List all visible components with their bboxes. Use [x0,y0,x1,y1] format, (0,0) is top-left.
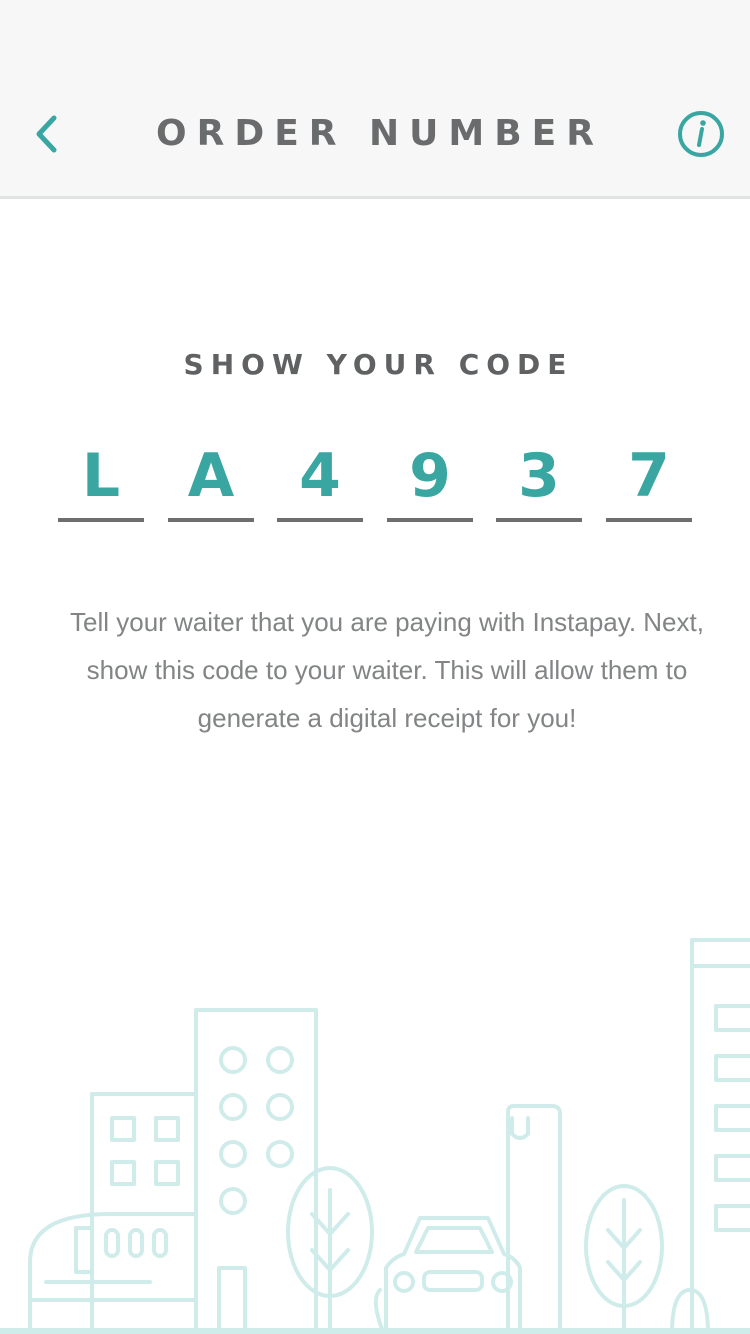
instructions-text: Tell your waiter that you are paying wit… [70,607,704,733]
code-digit: 4 [277,440,363,522]
city-illustration [0,938,750,1334]
page-title: ORDER NUMBER [156,113,604,154]
code-digit: L [58,440,144,522]
code-heading: SHOW YOUR CODE [183,348,574,381]
code-digit: 9 [387,440,473,522]
code-character: A [187,441,235,511]
code-digit: 7 [606,440,692,522]
info-button[interactable] [676,109,726,159]
info-icon [678,111,724,157]
code-digit: A [168,440,254,522]
code-character: 9 [409,441,451,511]
code-character: L [81,441,121,511]
header-bar: ORDER NUMBER [0,0,750,199]
code-character: 3 [518,441,560,511]
code-character: 4 [299,441,341,511]
code-character: 7 [628,441,670,511]
order-code: L A 4 9 3 7 [58,440,692,522]
code-digit: 3 [496,440,582,522]
